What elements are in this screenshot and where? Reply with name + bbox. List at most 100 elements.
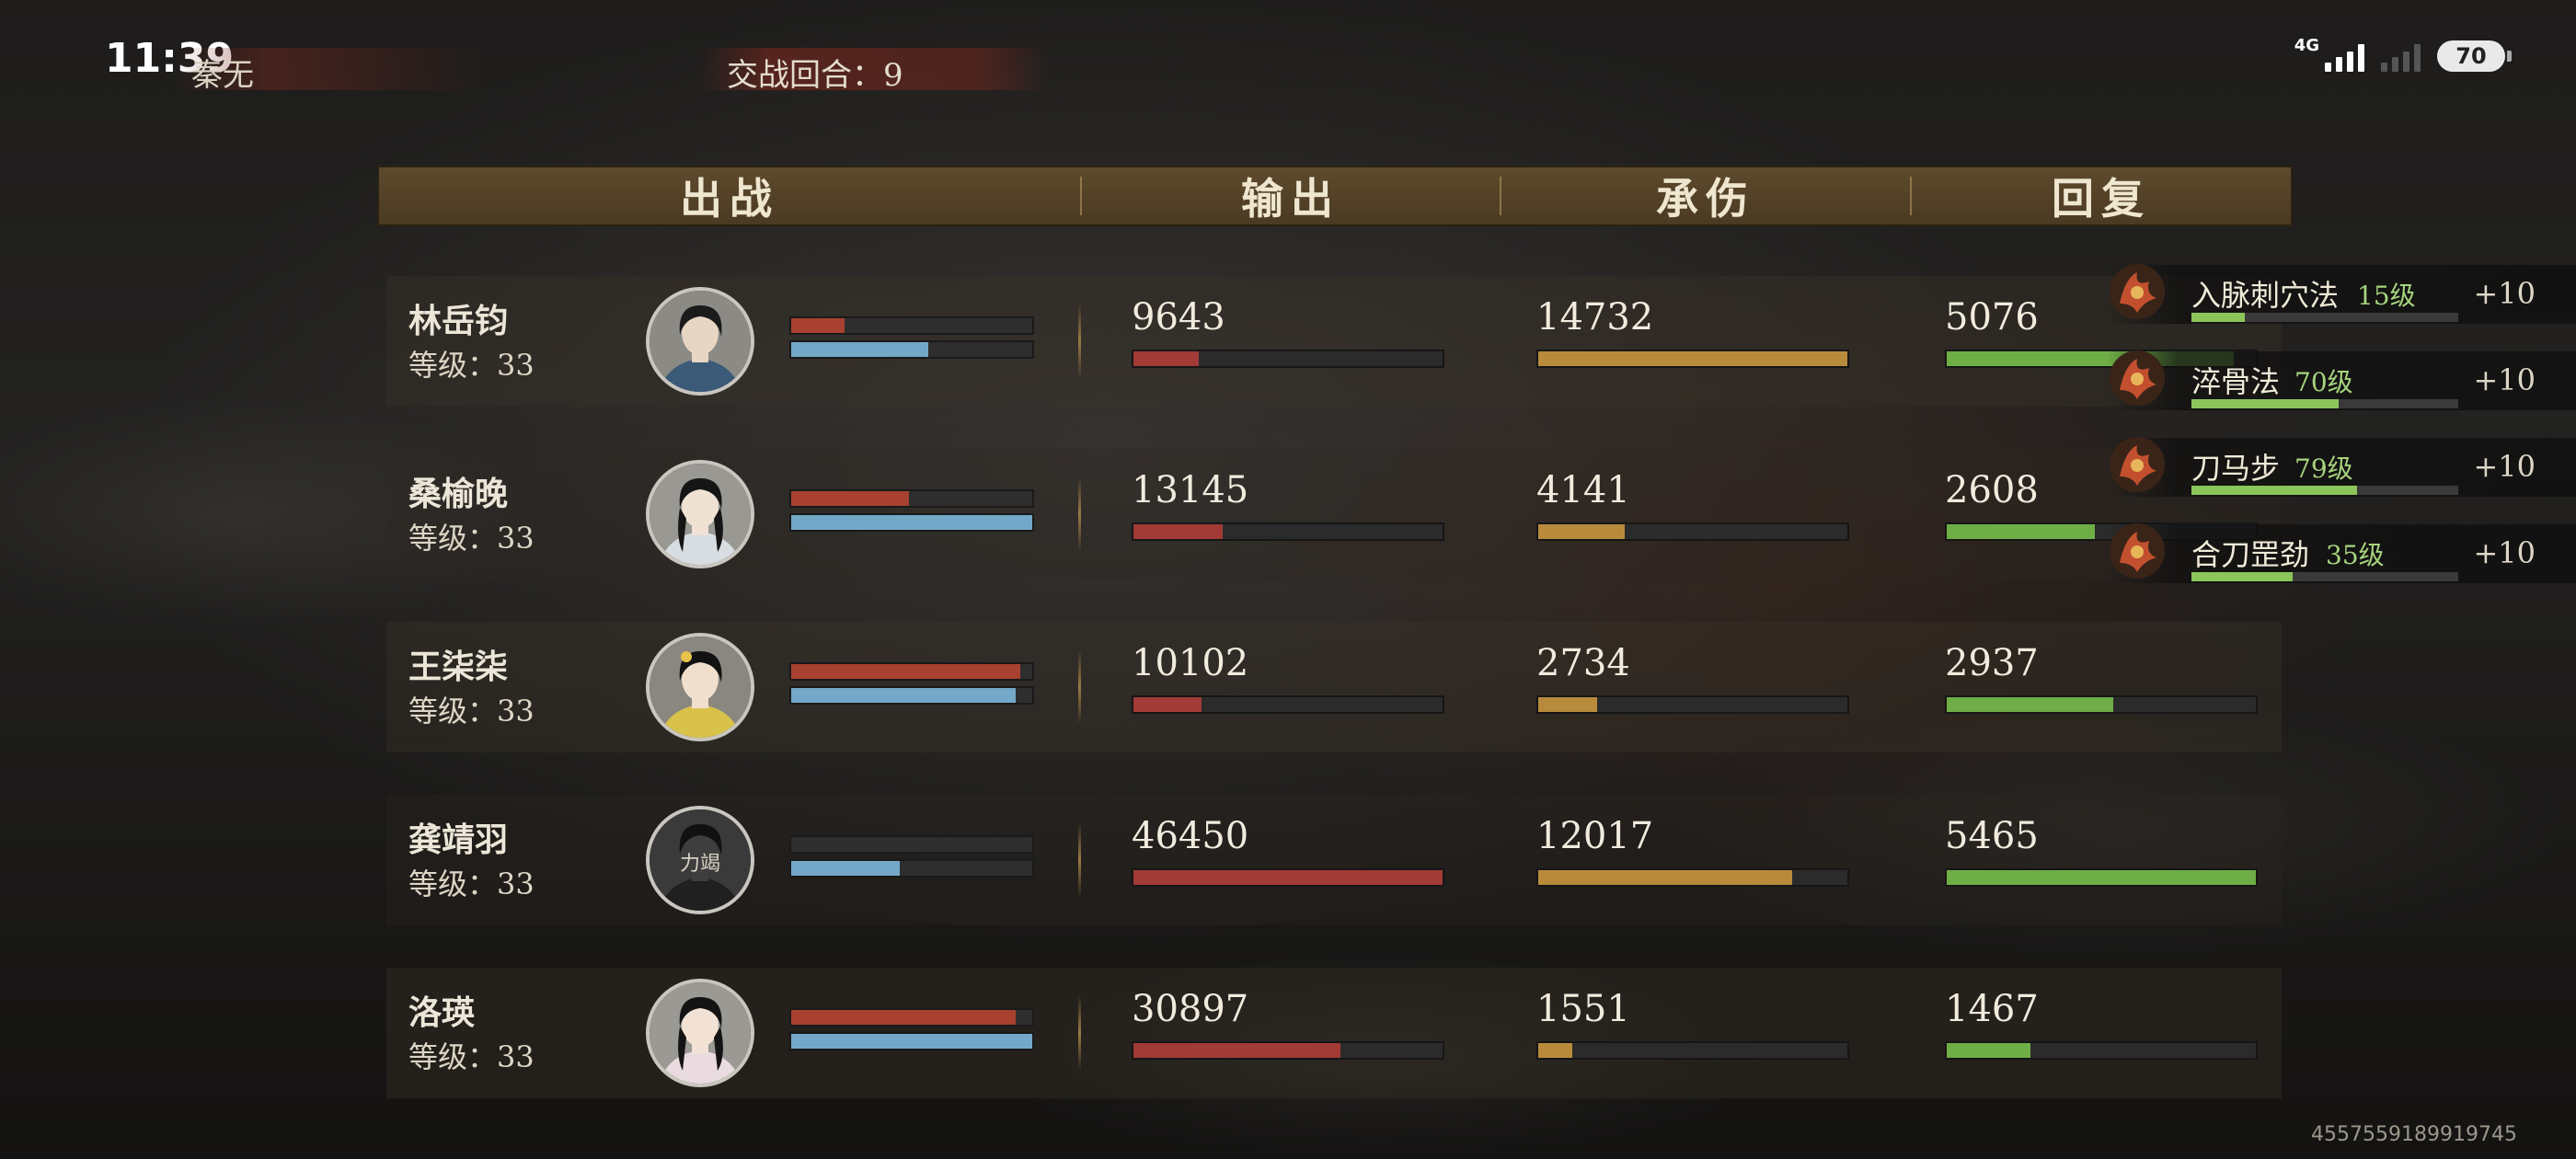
output-bar-fill: [1133, 870, 1443, 885]
damage-taken-bar: [1536, 695, 1849, 714]
skill-gain-list: 入脉刺穴法 15级 +10 淬骨法 70级 +10 刀马步 79级 +10 合刀…: [2107, 264, 2576, 611]
battery-level: 70: [2437, 40, 2505, 72]
character-row[interactable]: 龚靖羽 等级：33 力竭力竭 46450 12017 5465: [386, 795, 2282, 925]
stats-table-header: 出战 输出 承伤 回复: [377, 166, 2293, 226]
header-deploy: 出战: [680, 174, 779, 224]
output-value: 46450: [1132, 815, 1249, 857]
skill-gain: +10: [2473, 276, 2536, 311]
hp-bar: [789, 662, 1034, 681]
damage-taken-bar: [1536, 868, 1849, 887]
character-row[interactable]: 洛瑛 等级：33 30897 1551 1467: [386, 968, 2282, 1098]
hp-bar-fill: [791, 491, 910, 506]
output-bar-fill: [1133, 524, 1224, 539]
header-damage-taken: 承伤: [1656, 174, 1755, 224]
character-avatar[interactable]: [646, 633, 754, 741]
column-divider: [1078, 649, 1081, 725]
skill-name: 合刀罡劲: [2191, 537, 2310, 572]
skill-progress-bar: [2191, 313, 2458, 322]
skill-progress-bar: [2191, 399, 2458, 408]
heal-bar-fill: [1947, 1043, 2030, 1058]
hp-bar: [789, 316, 1034, 335]
heal-value: 5076: [1945, 296, 2039, 339]
skill-gain: +10: [2473, 449, 2536, 484]
character-avatar[interactable]: [646, 460, 754, 568]
output-bar-fill: [1133, 697, 1202, 712]
signal-icon: [2325, 40, 2364, 72]
column-divider: [1078, 995, 1081, 1071]
heal-value: 1467: [1945, 988, 2039, 1030]
portrait-icon: [650, 291, 751, 392]
character-avatar[interactable]: [646, 979, 754, 1087]
damage-taken-bar: [1536, 350, 1849, 368]
portrait-icon: [650, 982, 751, 1084]
damage-taken-bar: [1536, 522, 1849, 541]
svg-text:力竭: 力竭: [680, 853, 720, 876]
output-bar: [1132, 522, 1444, 541]
character-row[interactable]: 王柒柒 等级：33 10102 2734 2937: [386, 622, 2282, 752]
damage-taken-value: 4141: [1536, 469, 1630, 511]
output-bar: [1132, 350, 1444, 368]
skill-level: 35级: [2326, 540, 2385, 570]
heal-bar: [1945, 868, 2258, 887]
damage-taken-bar: [1536, 1041, 1849, 1060]
damage-taken-value: 12017: [1536, 815, 1654, 857]
column-divider: [1078, 304, 1081, 379]
character-level: 等级：33: [408, 866, 535, 901]
user-id: 4557559189919745: [2311, 1123, 2517, 1146]
heal-value: 2608: [1945, 469, 2039, 511]
mp-bar: [789, 1032, 1034, 1050]
skill-level: 79级: [2294, 453, 2353, 484]
skill-progress-fill: [2191, 313, 2245, 322]
skill-level: 15级: [2357, 281, 2416, 311]
signal-secondary-icon: [2381, 40, 2421, 72]
hp-bar-fill: [791, 664, 1020, 679]
character-level: 等级：33: [408, 521, 535, 556]
skill-name: 入脉刺穴法: [2191, 278, 2340, 313]
heal-value: 5465: [1945, 815, 2039, 857]
network-type: 4G: [2294, 35, 2319, 55]
damage-taken-bar-fill: [1538, 697, 1597, 712]
skill-progress-fill: [2191, 572, 2294, 581]
character-name: 桑榆晚: [408, 475, 509, 513]
heal-bar-fill: [1947, 870, 2256, 885]
character-level: 等级：33: [408, 1039, 535, 1074]
output-value: 9643: [1132, 296, 1225, 339]
damage-taken-value: 14732: [1536, 296, 1654, 339]
damage-taken-bar-fill: [1538, 1043, 1572, 1058]
skill-level: 70级: [2294, 367, 2353, 397]
column-divider: [1078, 822, 1081, 898]
mp-bar: [789, 340, 1034, 359]
mp-bar: [789, 859, 1034, 878]
header-heal: 回复: [2052, 174, 2151, 224]
skill-progress-fill: [2191, 399, 2339, 408]
mp-bar-fill: [791, 1034, 1032, 1049]
character-name: 洛瑛: [408, 993, 476, 1032]
skill-name: 刀马步: [2191, 451, 2281, 486]
character-name: 龚靖羽: [408, 820, 509, 859]
portrait-icon: [650, 637, 751, 738]
output-bar-fill: [1133, 351, 1199, 366]
damage-taken-value: 2734: [1536, 642, 1630, 684]
heal-bar: [1945, 695, 2258, 714]
skill-gain-item: 刀马步 79级 +10: [2107, 437, 2576, 497]
damage-taken-value: 1551: [1536, 988, 1630, 1030]
output-value: 30897: [1132, 988, 1249, 1030]
mp-bar-fill: [791, 515, 1032, 530]
character-row[interactable]: 桑榆晚 等级：33 13145 4141 2608: [386, 449, 2282, 580]
hp-bar-fill: [791, 318, 845, 333]
skill-name: 淬骨法: [2191, 364, 2281, 399]
character-row[interactable]: 林岳钧 等级：33 9643 14732 5076: [386, 276, 2282, 407]
status-icons: 4G 70: [2294, 36, 2512, 72]
character-avatar[interactable]: [646, 287, 754, 396]
character-avatar[interactable]: 力竭力竭: [646, 806, 754, 914]
skill-gain-item: 入脉刺穴法 15级 +10: [2107, 264, 2576, 324]
skill-gain-item: 淬骨法 70级 +10: [2107, 350, 2576, 410]
character-name: 王柒柒: [408, 648, 509, 686]
column-divider: [1078, 476, 1081, 552]
skill-progress-fill: [2191, 486, 2357, 495]
character-name: 林岳钧: [408, 302, 509, 340]
skill-gain: +10: [2473, 535, 2536, 570]
skill-gain-item: 合刀罡劲 35级 +10: [2107, 523, 2576, 583]
character-level: 等级：33: [408, 348, 535, 383]
output-value: 10102: [1132, 642, 1249, 684]
